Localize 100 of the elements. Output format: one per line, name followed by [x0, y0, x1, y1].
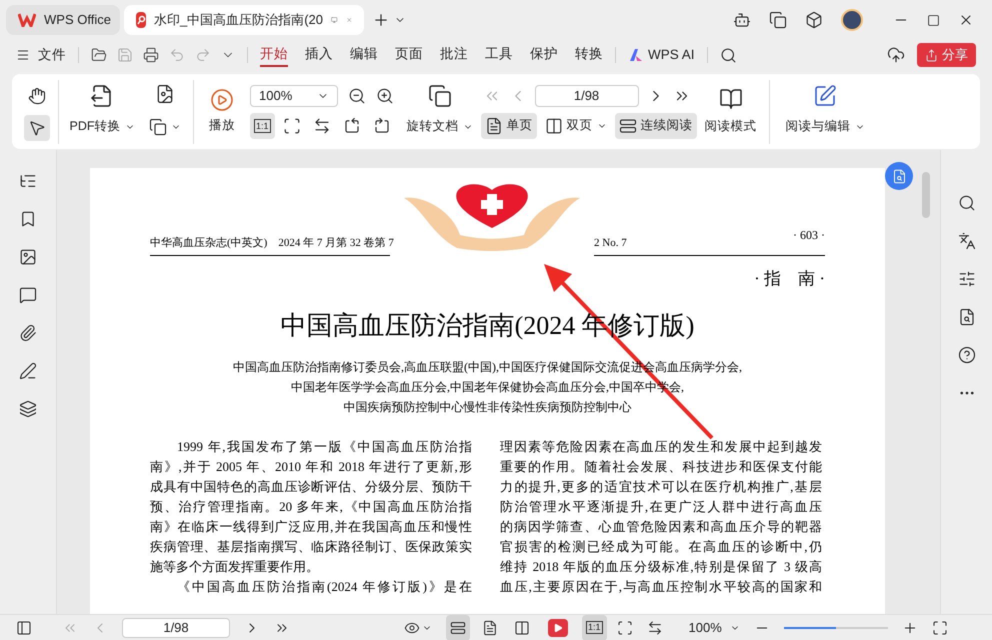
- fit-actual-button[interactable]: 1:1: [582, 614, 607, 640]
- body-text-line: 《中国高血压防治指南(2024 年修订版)》是在: [177, 578, 472, 596]
- fullscreen-icon[interactable]: [932, 620, 948, 636]
- ribbon-tab[interactable]: 转换: [575, 43, 603, 67]
- body-text-line: 预、治疗管理指南。20 多年来,《中国高血压防治指: [150, 498, 472, 516]
- translate-icon[interactable]: [958, 232, 976, 250]
- menu-icon[interactable]: [16, 48, 30, 62]
- share-icon[interactable]: [925, 48, 938, 62]
- page-field[interactable]: 1/98: [122, 618, 230, 638]
- rotate-document-button[interactable]: 旋转文档: [402, 114, 477, 140]
- page-field[interactable]: 1/98: [534, 84, 639, 106]
- wps-ai-button[interactable]: WPS AI: [648, 44, 695, 66]
- fit-width-icon: [312, 116, 331, 134]
- rotate-left-icon: [342, 116, 361, 134]
- view-mode-button[interactable]: 双页: [540, 112, 611, 138]
- ribbon-tab[interactable]: 开始: [260, 43, 288, 67]
- attachment-icon[interactable]: [19, 324, 37, 342]
- document-icon: [892, 168, 906, 184]
- image-convert-icon[interactable]: [155, 84, 175, 104]
- double-page-icon: [544, 116, 563, 134]
- zoom-out-icon[interactable]: [348, 86, 366, 104]
- body-text-line: 维持 2018 年版的血压分级标准,特别是保留了 3 级高: [500, 558, 822, 576]
- view-mode-button[interactable]: 连续阅读: [614, 112, 697, 138]
- body-text-line: 南》,并于 2005 年、2010 年和 2018 年进行了更新,形: [150, 458, 472, 476]
- help-icon[interactable]: [958, 346, 976, 364]
- search-icon[interactable]: [958, 194, 976, 212]
- play-icon[interactable]: [210, 88, 234, 112]
- fit-width-icon: [646, 620, 663, 636]
- fit-page-icon: [282, 116, 301, 134]
- zoom-select[interactable]: 100%: [688, 618, 740, 638]
- windows-icon[interactable]: [769, 11, 787, 29]
- layers-icon[interactable]: [19, 400, 37, 418]
- view-mode-button[interactable]: 单页: [480, 112, 537, 138]
- continuous-icon: [618, 116, 637, 134]
- ribbon-tab[interactable]: 页面: [395, 43, 423, 67]
- author-line: 中国疾病预防控制中心慢性非传染性疾病预防控制中心: [344, 398, 632, 416]
- share-button[interactable]: 分享: [917, 43, 976, 67]
- pdf-convert-button[interactable]: PDF转换: [66, 114, 138, 140]
- play-icon: [553, 622, 563, 632]
- comment-icon[interactable]: [19, 286, 37, 304]
- read-mode-button[interactable]: 阅读模式: [704, 117, 757, 136]
- wps-logo-icon: [18, 13, 36, 27]
- ribbon-tab[interactable]: 保护: [530, 43, 558, 67]
- window-tab[interactable]: 水印_中国高血压防治指南(20: [124, 5, 364, 35]
- document-search-icon[interactable]: [958, 308, 976, 326]
- body-text-line: 血压,主要原因在于,与高血压控制水平较高的国家和: [500, 578, 822, 596]
- book-icon[interactable]: [718, 87, 743, 112]
- edit-icon[interactable]: [813, 84, 838, 108]
- cloud-upload-icon[interactable]: [887, 46, 905, 64]
- cube-icon[interactable]: [805, 11, 823, 29]
- body-text-line: 南》在临床一线得到广泛应用,并在我国高血压和慢性: [150, 518, 472, 536]
- ribbon-tab[interactable]: 编辑: [350, 43, 378, 67]
- body-text-line: 力的提升,更多的适宜技术可以在医疗机构推广,基层: [500, 478, 822, 496]
- ribbon-tab[interactable]: 工具: [485, 43, 513, 67]
- ai-logo-icon: [628, 48, 644, 62]
- zoom-select[interactable]: 100%: [250, 84, 338, 106]
- file-menu[interactable]: 文件: [38, 44, 66, 66]
- view-mode-button[interactable]: [446, 614, 470, 640]
- page-number: · 603 ·: [793, 227, 825, 244]
- fit-page-icon: [616, 620, 633, 636]
- section-label: · 指 南 ·: [753, 268, 825, 290]
- sidebar-toggle-icon[interactable]: [16, 620, 32, 636]
- play-button[interactable]: 播放: [209, 116, 235, 135]
- body-text-line: 官损害的检测已经成为可能。在高血压的诊断中,仍: [500, 538, 822, 556]
- body-text-line: 重要的作用。随着社会发展、科技进步和医保支付能: [500, 458, 822, 476]
- play-button[interactable]: [548, 618, 568, 636]
- double-page-icon: [514, 620, 530, 636]
- continuous-icon: [450, 620, 466, 636]
- read-edit-button[interactable]: 阅读与编辑: [782, 114, 869, 140]
- outline-icon[interactable]: [19, 172, 37, 190]
- body-text-line: 理因素等危险因素在高血压的发生和发展中起到越发: [500, 438, 822, 456]
- fit-actual-button[interactable]: 1:1: [250, 112, 275, 138]
- floating-tool-button[interactable]: [885, 162, 913, 190]
- window-tab[interactable]: WPS Office: [6, 5, 120, 35]
- pdf-file-icon: [136, 12, 146, 28]
- body-text-line: 的病因学筛查、心血管危险因素和高血压介导的靶器: [500, 518, 822, 536]
- thumbnail-icon[interactable]: [19, 248, 37, 266]
- pages-icon: [149, 118, 167, 136]
- ribbon-tab[interactable]: 批注: [440, 43, 468, 67]
- adjust-icon[interactable]: [958, 270, 976, 288]
- open-folder-icon[interactable]: [91, 47, 107, 63]
- robot-icon[interactable]: [733, 11, 751, 29]
- ribbon-tab[interactable]: 插入: [305, 43, 333, 67]
- body-text-line: 防治管理水平逐渐提升,在更广泛人群中进行高血压: [500, 498, 822, 516]
- maximize-icon[interactable]: [927, 14, 940, 26]
- zoom-in-icon[interactable]: [376, 86, 394, 104]
- signature-icon[interactable]: [19, 362, 37, 380]
- search-icon[interactable]: [720, 46, 737, 64]
- hand-icon: [28, 86, 46, 104]
- body-text-line: 1999 年,我国发布了第一版《中国高血压防治指: [177, 438, 472, 456]
- rotate-right-icon: [372, 116, 391, 134]
- avatar[interactable]: [841, 9, 863, 31]
- select-tool[interactable]: [24, 114, 50, 140]
- bookmark-icon[interactable]: [19, 210, 37, 228]
- print-icon[interactable]: [143, 47, 159, 63]
- pdf-convert-icon[interactable]: [90, 84, 114, 108]
- single-page-icon: [484, 116, 503, 134]
- body-text-line: 成具有中国特色的高血压诊断评估、分级分层、预防干: [150, 478, 472, 496]
- cursor-icon: [28, 118, 46, 136]
- scrollbar[interactable]: [922, 172, 930, 218]
